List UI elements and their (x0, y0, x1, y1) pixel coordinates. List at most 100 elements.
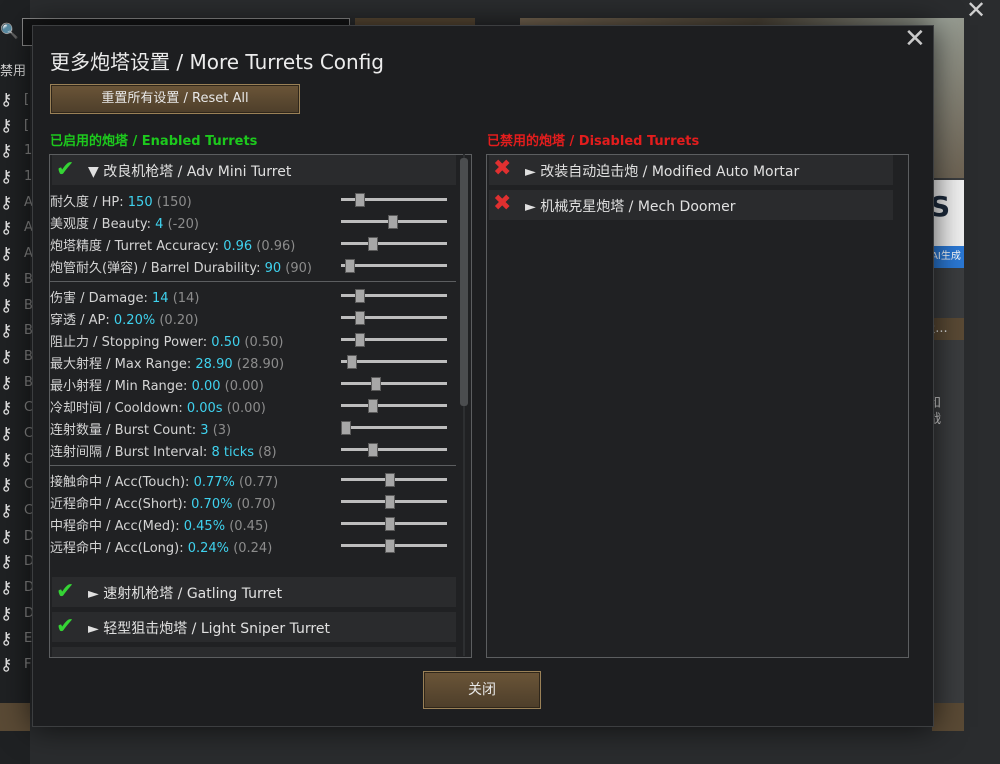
stat-value: 3 (200, 423, 209, 438)
stat-value: 28.90 (195, 357, 233, 372)
stat-name: 阻止力 / Stopping Power: (50, 335, 208, 350)
stat-row: 伤害 / Damage: 14 (14) (50, 284, 458, 306)
slider-thumb[interactable] (385, 495, 396, 509)
slider-thumb[interactable] (371, 377, 382, 391)
slider-thumb[interactable] (344, 259, 355, 273)
enabled-list-scrollbar[interactable] (457, 154, 471, 656)
key-icon: ⚷ (0, 475, 13, 496)
slider-thumb[interactable] (354, 193, 365, 207)
stat-slider[interactable] (341, 448, 447, 451)
key-icon: ⚷ (0, 629, 13, 650)
background-close-icon[interactable]: ✕ (966, 0, 986, 24)
dialog-title: 更多炮塔设置 / More Turrets Config (50, 50, 384, 74)
stat-default: (0.00) (226, 401, 266, 416)
stat-name: 近程命中 / Acc(Short): (50, 497, 188, 512)
key-icon: ⚷ (0, 244, 13, 265)
turret-row-partial[interactable] (52, 647, 456, 657)
slider-thumb[interactable] (385, 473, 396, 487)
search-icon: 🔍 (0, 22, 19, 40)
disabled-turrets-list[interactable]: ✖ ► 改装自动迫击炮 / Modified Auto Mortar ✖ ► 机… (486, 154, 909, 658)
stat-slider[interactable] (341, 264, 447, 267)
background-bottom-button-right[interactable] (932, 703, 964, 731)
slider-thumb[interactable] (346, 355, 357, 369)
slider-thumb[interactable] (368, 399, 379, 413)
turret-row-light-sniper[interactable]: ✔ ► 轻型狙击炮塔 / Light Sniper Turret (52, 612, 456, 642)
stat-row: 接触命中 / Acc(Touch): 0.77% (0.77) (50, 468, 458, 490)
stat-default: (0.70) (236, 497, 276, 512)
key-icon: ⚷ (0, 423, 13, 444)
slider-thumb[interactable] (385, 539, 396, 553)
key-icon: ⚷ (0, 321, 13, 342)
check-icon: ✔ (56, 614, 75, 639)
close-button[interactable]: 关闭 (423, 671, 541, 709)
stat-value: 14 (152, 291, 169, 306)
enabled-turrets-list[interactable]: ✔ ▼ 改良机枪塔 / Adv Mini Turret 耐久度 / HP: 15… (49, 154, 472, 658)
stat-label: 耐久度 / HP: 150 (150) (50, 191, 192, 210)
stat-value: 0.00s (186, 401, 223, 416)
stat-row: 冷却时间 / Cooldown: 0.00s (0.00) (50, 394, 458, 416)
slider-thumb[interactable] (385, 517, 396, 531)
stat-value: 90 (264, 261, 282, 276)
enabled-turrets-header: 已启用的炮塔 / Enabled Turrets (50, 134, 258, 149)
stat-default: (-20) (167, 217, 199, 232)
stat-slider[interactable] (341, 404, 447, 407)
slider-thumb[interactable] (368, 237, 379, 251)
stat-slider[interactable] (341, 382, 447, 385)
stat-row: 近程命中 / Acc(Short): 0.70% (0.70) (50, 490, 458, 512)
scroll-thumb[interactable] (460, 158, 468, 406)
stat-name: 接触命中 / Acc(Touch): (50, 475, 190, 490)
stat-label: 最小射程 / Min Range: 0.00 (0.00) (50, 375, 264, 394)
stat-slider[interactable] (341, 242, 447, 245)
stat-value: 150 (127, 195, 153, 210)
stat-default: (0.20) (159, 313, 199, 328)
background-bottom-button-left[interactable] (0, 703, 30, 731)
slider-thumb[interactable] (388, 215, 399, 229)
stat-label: 阻止力 / Stopping Power: 0.50 (0.50) (50, 331, 283, 350)
reset-all-button[interactable]: 重置所有设置 / Reset All (50, 84, 300, 114)
stat-value: 0.77% (193, 475, 235, 490)
stat-name: 最小射程 / Min Range: (50, 379, 188, 394)
key-icon: ⚷ (0, 295, 13, 316)
stat-label: 伤害 / Damage: 14 (14) (50, 287, 199, 306)
slider-thumb[interactable] (341, 421, 351, 435)
turret-row-gatling[interactable]: ✔ ► 速射机枪塔 / Gatling Turret (52, 577, 456, 607)
stat-name: 远程命中 / Acc(Long): (50, 541, 184, 556)
stat-default: (3) (212, 423, 232, 438)
stat-slider[interactable] (341, 426, 447, 429)
key-icon: ⚷ (0, 578, 13, 599)
slider-thumb[interactable] (354, 311, 365, 325)
slider-thumb[interactable] (354, 289, 365, 303)
turret-row-mech-doomer[interactable]: ✖ ► 机械克星炮塔 / Mech Doomer (489, 190, 893, 220)
stat-label: 接触命中 / Acc(Touch): 0.77% (0.77) (50, 471, 278, 490)
stat-value: 0.50 (211, 335, 241, 350)
stat-row: 炮塔精度 / Turret Accuracy: 0.96 (0.96) (50, 232, 458, 254)
stat-row: 中程命中 / Acc(Med): 0.45% (0.45) (50, 512, 458, 534)
stat-slider[interactable] (341, 360, 447, 363)
stat-row: 连射数量 / Burst Count: 3 (3) (50, 416, 458, 438)
x-icon: ✖ (493, 156, 512, 181)
stat-label: 炮塔精度 / Turret Accuracy: 0.96 (0.96) (50, 235, 295, 254)
x-icon: ✖ (493, 191, 512, 216)
stat-label: 中程命中 / Acc(Med): 0.45% (0.45) (50, 515, 268, 534)
stat-default: (90) (285, 261, 312, 276)
stat-label: 冷却时间 / Cooldown: 0.00s (0.00) (50, 397, 266, 416)
background-item-letter: E (24, 631, 33, 647)
turret-row-auto-mortar[interactable]: ✖ ► 改装自动迫击炮 / Modified Auto Mortar (489, 155, 893, 185)
close-icon[interactable]: ✕ (904, 26, 926, 52)
stat-default: (0.50) (244, 335, 284, 350)
turret-row-adv-mini[interactable]: ✔ ▼ 改良机枪塔 / Adv Mini Turret (52, 155, 456, 185)
key-icon: ⚷ (0, 655, 13, 676)
stat-value: 0.45% (183, 519, 226, 534)
stat-name: 美观度 / Beauty: (50, 217, 151, 232)
stat-default: (0.00) (224, 379, 264, 394)
stat-row: 炮管耐久(弹容) / Barrel Durability: 90 (90) (50, 254, 458, 276)
slider-thumb[interactable] (354, 333, 365, 347)
key-icon: ⚷ (0, 552, 13, 573)
stat-label: 远程命中 / Acc(Long): 0.24% (0.24) (50, 537, 272, 556)
stat-name: 中程命中 / Acc(Med): (50, 519, 180, 534)
key-icon: ⚷ (0, 115, 13, 136)
stat-row: 最小射程 / Min Range: 0.00 (0.00) (50, 372, 458, 394)
check-icon: ✔ (56, 579, 75, 604)
key-icon: ⚷ (0, 346, 13, 367)
slider-thumb[interactable] (368, 443, 379, 457)
